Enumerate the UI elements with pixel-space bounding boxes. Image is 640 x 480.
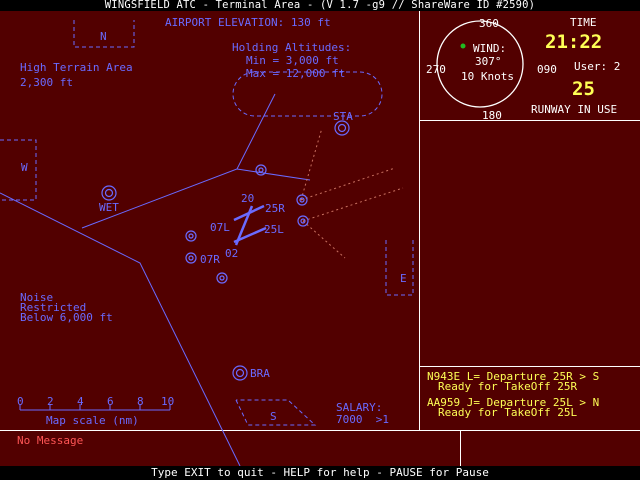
scale-tick: 6 <box>107 395 114 408</box>
scale-tick: 2 <box>47 395 54 408</box>
map-scale-label: Map scale (nm) <box>46 414 139 427</box>
runway-07l-label: 07L <box>210 221 230 234</box>
fix-sta-label: STA <box>333 110 353 123</box>
runway-25l-label: 25L <box>264 223 284 236</box>
time-value: 21:22 <box>545 31 603 53</box>
sector-w-label: W <box>21 161 28 174</box>
message-text: No Message <box>17 434 84 447</box>
runway-02-label: 02 <box>225 247 239 260</box>
noise-altitude: Below 6,000 ft <box>20 311 113 324</box>
runway-20-label: 20 <box>241 192 255 205</box>
high-terrain-altitude: 2,300 ft <box>20 76 73 89</box>
compass-south: 180 <box>482 109 502 122</box>
map-scale-bar <box>19 404 171 411</box>
scale-tick: 4 <box>77 395 84 408</box>
runway-in-use-label: RUNWAY IN USE <box>531 103 618 116</box>
title-bar: WINGSFIELD ATC - Terminal Area - (V 1.7 … <box>0 0 640 11</box>
sector-s-label: S <box>270 410 277 423</box>
runways <box>233 204 267 246</box>
sector-w-box <box>0 139 37 201</box>
scale-tick: 8 <box>137 395 144 408</box>
runway-07r-label: 07R <box>200 253 220 266</box>
approach-routes <box>300 127 404 259</box>
compass-west: 270 <box>426 63 446 76</box>
airport-elevation: AIRPORT ELEVATION: 130 ft <box>165 16 331 29</box>
fix-wet-label: WET <box>99 201 119 214</box>
sector-n-label: N <box>100 30 107 43</box>
holding-title: Holding Altitudes: <box>232 41 352 54</box>
flight-strip-2-status: Ready for TakeOff 25L <box>438 406 578 419</box>
scale-tick: 10 <box>161 395 175 408</box>
wind-label: WIND: <box>473 42 507 55</box>
sector-e-label: E <box>400 272 407 285</box>
sector-e-box <box>385 240 414 296</box>
compass-east: 090 <box>537 63 557 76</box>
beacon-south[interactable] <box>216 272 228 284</box>
salary-label: SALARY: <box>336 401 383 414</box>
command-footer[interactable]: Type EXIT to quit - HELP for help - PAUS… <box>0 466 640 480</box>
salary-value: 7000 >1 <box>336 413 389 426</box>
holding-max: Max = 12,000 ft <box>246 67 346 80</box>
runway-25r-label: 25R <box>265 202 285 215</box>
time-label: TIME <box>570 16 597 29</box>
flight-strip-1-status: Ready for TakeOff 25R <box>438 380 578 393</box>
holding-min: Min = 3,000 ft <box>246 54 339 67</box>
wind-speed: 10 Knots <box>461 70 514 83</box>
wind-indicator-icon <box>460 43 466 49</box>
user-label: User: 2 <box>574 60 621 73</box>
beacon-07r[interactable] <box>185 252 197 264</box>
beacon-07l[interactable] <box>185 230 197 242</box>
runway-in-use-value: 25 <box>572 78 595 100</box>
fix-sta-marker[interactable] <box>334 120 350 136</box>
wind-direction: 307° <box>475 55 502 68</box>
high-terrain-label: High Terrain Area <box>20 61 133 74</box>
fix-bra-label: BRA <box>250 367 270 380</box>
beacon-north[interactable] <box>255 164 267 176</box>
fix-wet-marker[interactable] <box>101 185 117 201</box>
scale-tick: 0 <box>17 395 24 408</box>
compass-north: 360 <box>479 17 499 30</box>
fix-bra-marker[interactable] <box>232 365 248 381</box>
